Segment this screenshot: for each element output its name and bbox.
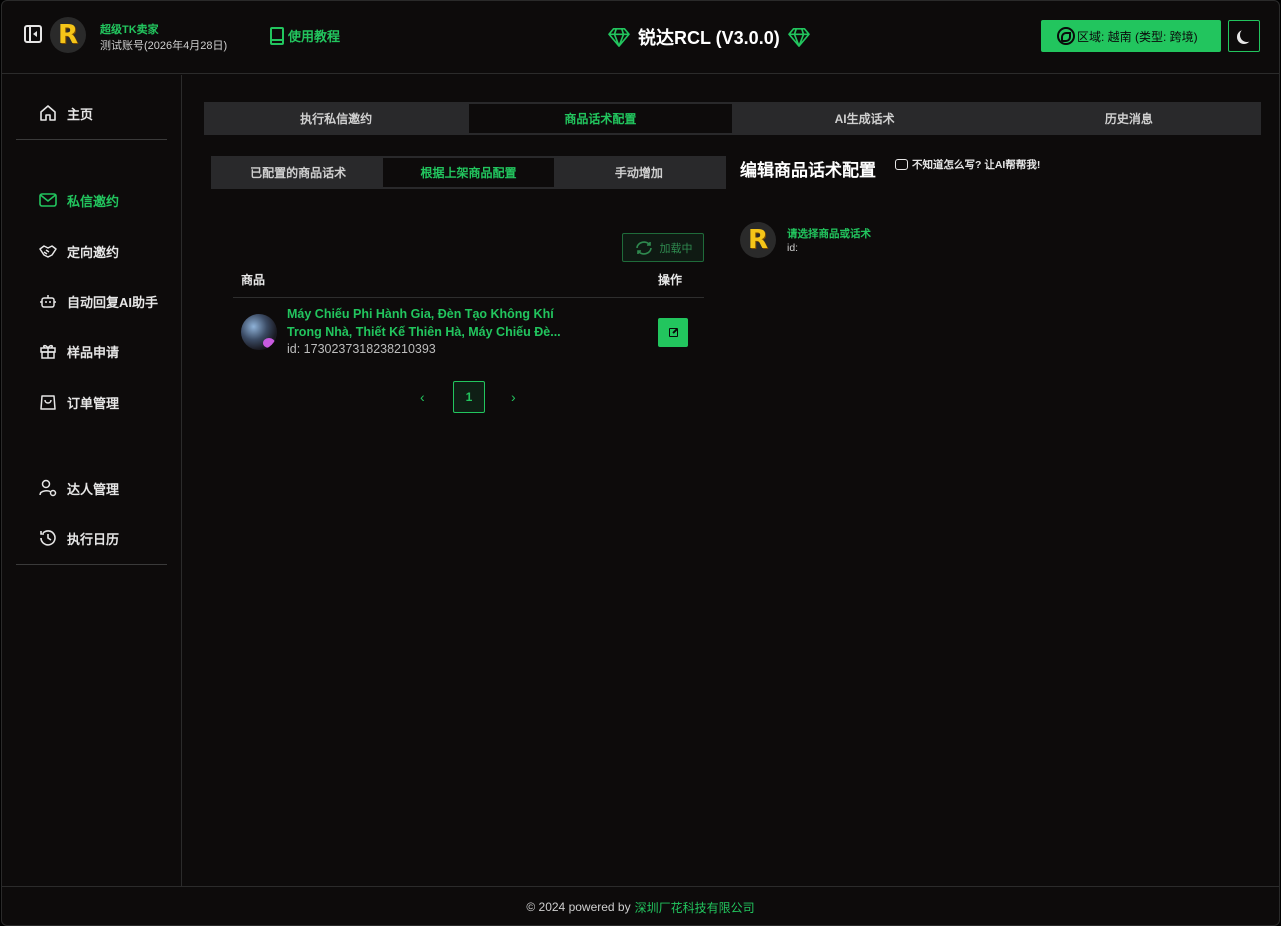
handshake-icon [38,241,58,261]
column-header-product: 商品 [241,273,266,287]
sidebar-item-orders[interactable]: 订单管理 [38,391,119,413]
refresh-icon [635,240,652,255]
edit-button[interactable] [658,318,688,347]
sidebar-item-sample-request[interactable]: 样品申请 [38,340,119,362]
sidebar-item-auto-reply[interactable]: 自动回复AI助手 [38,290,158,312]
app-title: 锐达RCL (V3.0.0) [608,24,810,50]
sidebar-item-influencers[interactable]: 达人管理 [38,477,119,499]
tab-execute-invite[interactable]: 执行私信邀约 [205,104,467,133]
sidebar-item-label: 样品申请 [67,344,120,360]
editor-title: 编辑商品话术配置 [740,161,876,180]
sidebar-item-label: 订单管理 [67,395,120,411]
table-divider [233,297,704,298]
ai-help-label: 不知道怎么写? 让AI帮帮我! [912,159,1041,171]
account-label: 测试账号(2026年4月28日) [100,40,228,52]
tab-ai-generate[interactable]: AI生成话术 [734,104,996,133]
bot-icon [38,291,58,311]
sidebar-toggle-icon[interactable] [24,25,42,43]
select-prompt: 请选择商品或话术 [787,228,871,240]
ai-help-link[interactable]: 不知道怎么写? 让AI帮帮我! [895,157,1040,172]
column-header-action: 操作 [658,273,683,287]
logo-letter: R [57,20,79,50]
edit-icon [668,328,678,337]
tab-manual-add[interactable]: 手动增加 [554,158,724,187]
pager-prev-button[interactable]: ‹ [420,389,425,405]
sidebar-item-home[interactable]: 主页 [38,102,93,124]
book-icon [270,26,284,45]
theme-toggle-button[interactable] [1228,20,1260,52]
sidebar-item-label: 私信邀约 [67,193,120,209]
loading-label: 加载中 [659,242,693,255]
select-id: id: [787,242,799,254]
sidebar-item-calendar[interactable]: 执行日历 [38,527,119,549]
diamond-icon [608,28,630,47]
region-button[interactable]: 区域: 越南 (类型: 跨境) [1041,20,1221,52]
logo-letter: R [747,225,769,255]
app-window: R 超级TK卖家 测试账号(2026年4月28日) 使用教程 锐达RCL (V3… [1,0,1280,926]
moon-icon [1240,28,1254,42]
header: R 超级TK卖家 测试账号(2026年4月28日) 使用教程 锐达RCL (V3… [2,1,1279,74]
pager-page-1[interactable]: 1 [453,381,485,413]
home-icon [38,103,58,123]
sub-tabs: 已配置的商品话术 根据上架商品配置 手动增加 [211,156,726,189]
editor-logo: R [740,222,776,258]
sidebar-item-label: 执行日历 [67,531,120,547]
loading-button[interactable]: 加载中 [622,233,704,262]
sidebar-item-targeted-invite[interactable]: 定向邀约 [38,240,119,262]
brand-title: 超级TK卖家 [100,24,159,36]
tutorial-link[interactable]: 使用教程 [270,26,340,45]
sidebar-divider [16,139,167,140]
app-title-text: 锐达RCL (V3.0.0) [638,28,780,48]
pager-next-button[interactable]: › [511,389,516,405]
sidebar-divider [16,564,167,565]
history-icon [38,528,58,548]
bag-icon [38,392,58,412]
product-id: id: 1730237318238210393 [287,342,436,356]
brand-logo: R [50,17,86,53]
product-thumbnail [241,314,277,350]
region-label: 区域: 越南 (类型: 跨境) [1077,29,1198,44]
sidebar-item-label: 主页 [67,106,94,122]
tab-product-script-config[interactable]: 商品话术配置 [469,104,732,133]
gift-icon [38,341,58,361]
tab-listed-products[interactable]: 根据上架商品配置 [383,158,554,187]
product-name[interactable]: Máy Chiếu Phi Hành Gia, Đèn Tạo Không Kh… [287,305,587,341]
footer-text: © 2024 powered by [526,900,631,914]
chat-icon [895,159,908,170]
tab-history[interactable]: 历史消息 [998,104,1260,133]
user-gear-icon [38,478,58,498]
tutorial-label: 使用教程 [288,29,341,44]
sidebar-item-label: 达人管理 [67,481,120,497]
tab-configured-scripts[interactable]: 已配置的商品话术 [213,158,383,187]
sidebar: 主页 私信邀约 定向邀约 自动回复AI助手 样品申请 订单管理 达人管理 执行日… [2,75,182,886]
sidebar-item-label: 定向邀约 [67,244,120,260]
sidebar-item-label: 自动回复AI助手 [67,294,159,310]
main-tabs: 执行私信邀约 商品话术配置 AI生成话术 历史消息 [204,102,1261,135]
diamond-icon [787,28,810,47]
mail-icon [38,190,58,210]
sidebar-item-private-invite[interactable]: 私信邀约 [38,189,119,211]
company-link[interactable]: 深圳厂花科技有限公司 [635,899,755,916]
footer: © 2024 powered by 深圳厂花科技有限公司 [2,886,1279,925]
globe-icon [1057,27,1075,45]
